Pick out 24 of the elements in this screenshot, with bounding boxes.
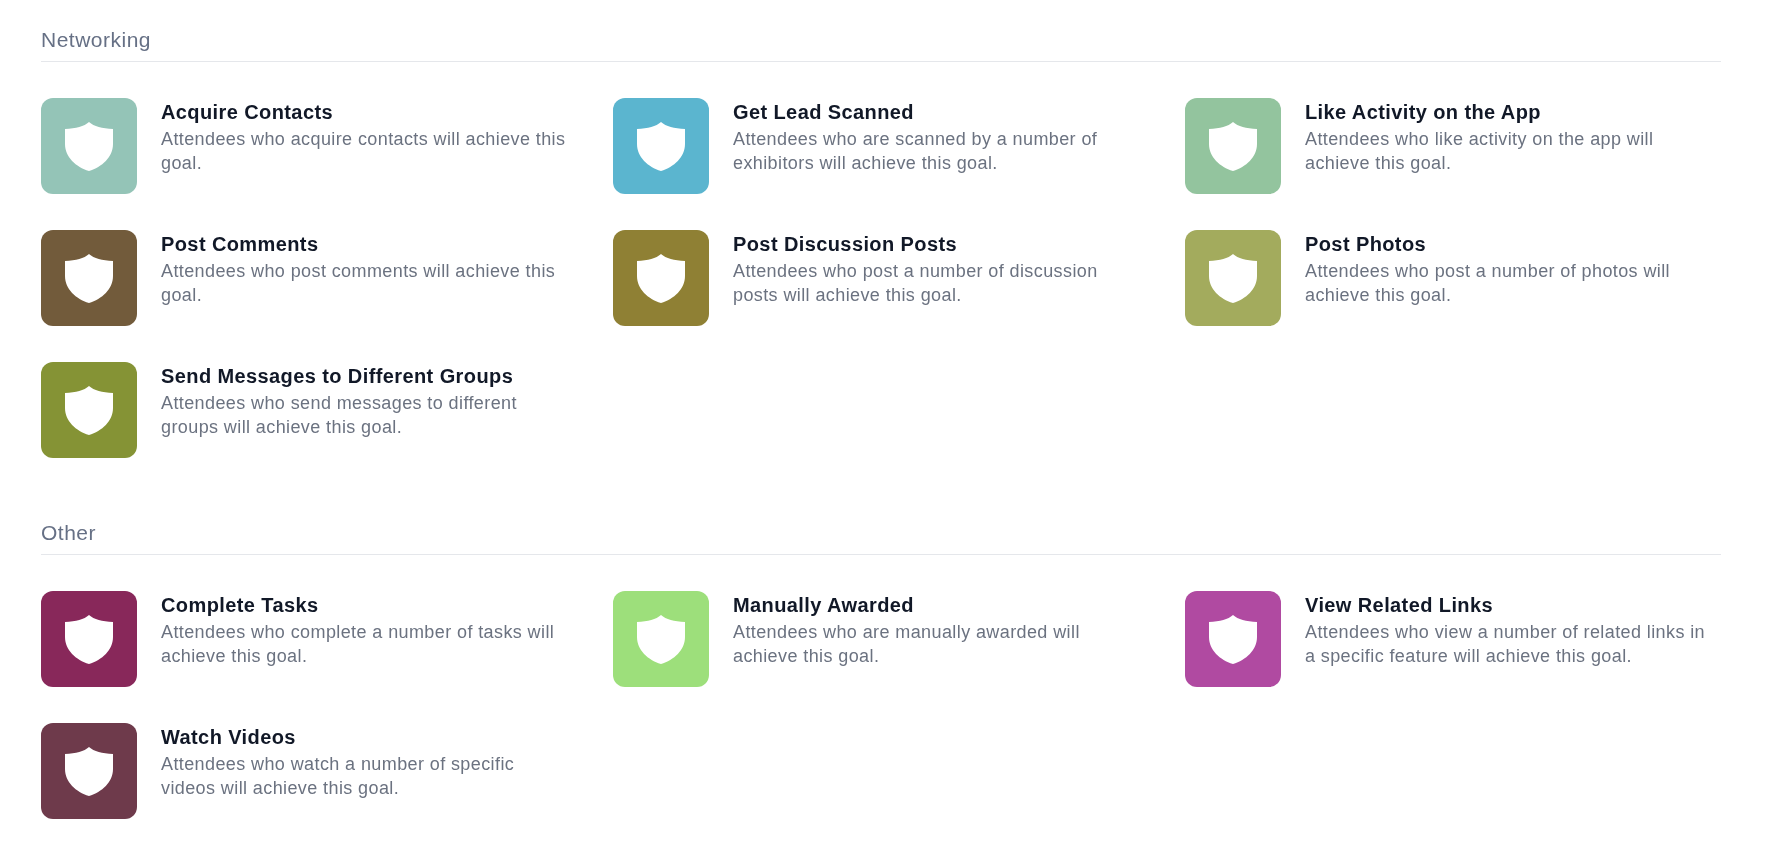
goal-title: Post Comments xyxy=(161,232,320,256)
goal-description: Attendees who acquire contacts will achieve this goal. xyxy=(161,128,567,175)
goal-title: Manually Awarded xyxy=(733,593,915,617)
goal-title: Watch Videos xyxy=(161,725,297,749)
goal-title: Get Lead Scanned xyxy=(733,100,915,124)
goal-title: View Related Links xyxy=(1305,593,1494,617)
goal-title: Post Photos xyxy=(1305,232,1428,256)
goal-description: Attendees who watch a number of specific videos will achieve this goal. xyxy=(161,753,516,800)
goal-description: Attendees who complete a number of tasks will achieve this goal. xyxy=(161,621,556,668)
goal-title: Post Discussion Posts xyxy=(733,232,958,256)
goal-title: Complete Tasks xyxy=(161,593,320,617)
goal-description: Attendees who post a number of photos will achieve this goal. xyxy=(1305,260,1671,307)
goal-title: Like Activity on the App xyxy=(1305,100,1542,124)
goal-description: Attendees who post comments will achieve this goal. xyxy=(161,260,557,307)
goal-description: Attendees who are manually awarded will achieve this goal. xyxy=(733,621,1081,668)
goal-description: Attendees who send messages to different groups will achieve this goal. xyxy=(161,392,518,439)
goal-description: Attendees who view a number of related links in a specific feature will achieve this goal. xyxy=(1305,621,1706,668)
section-heading: Networking xyxy=(41,28,1721,62)
goal-description: Attendees who are scanned by a number of exhibitors will achieve this goal. xyxy=(733,128,1099,175)
goal-title: Acquire Contacts xyxy=(161,100,334,124)
section-heading: Other xyxy=(41,521,1721,555)
goal-description: Attendees who post a number of discussion posts will achieve this goal. xyxy=(733,260,1099,307)
goal-description: Attendees who like activity on the app will achieve this goal. xyxy=(1305,128,1655,175)
goal-title: Send Messages to Different Groups xyxy=(161,364,515,388)
